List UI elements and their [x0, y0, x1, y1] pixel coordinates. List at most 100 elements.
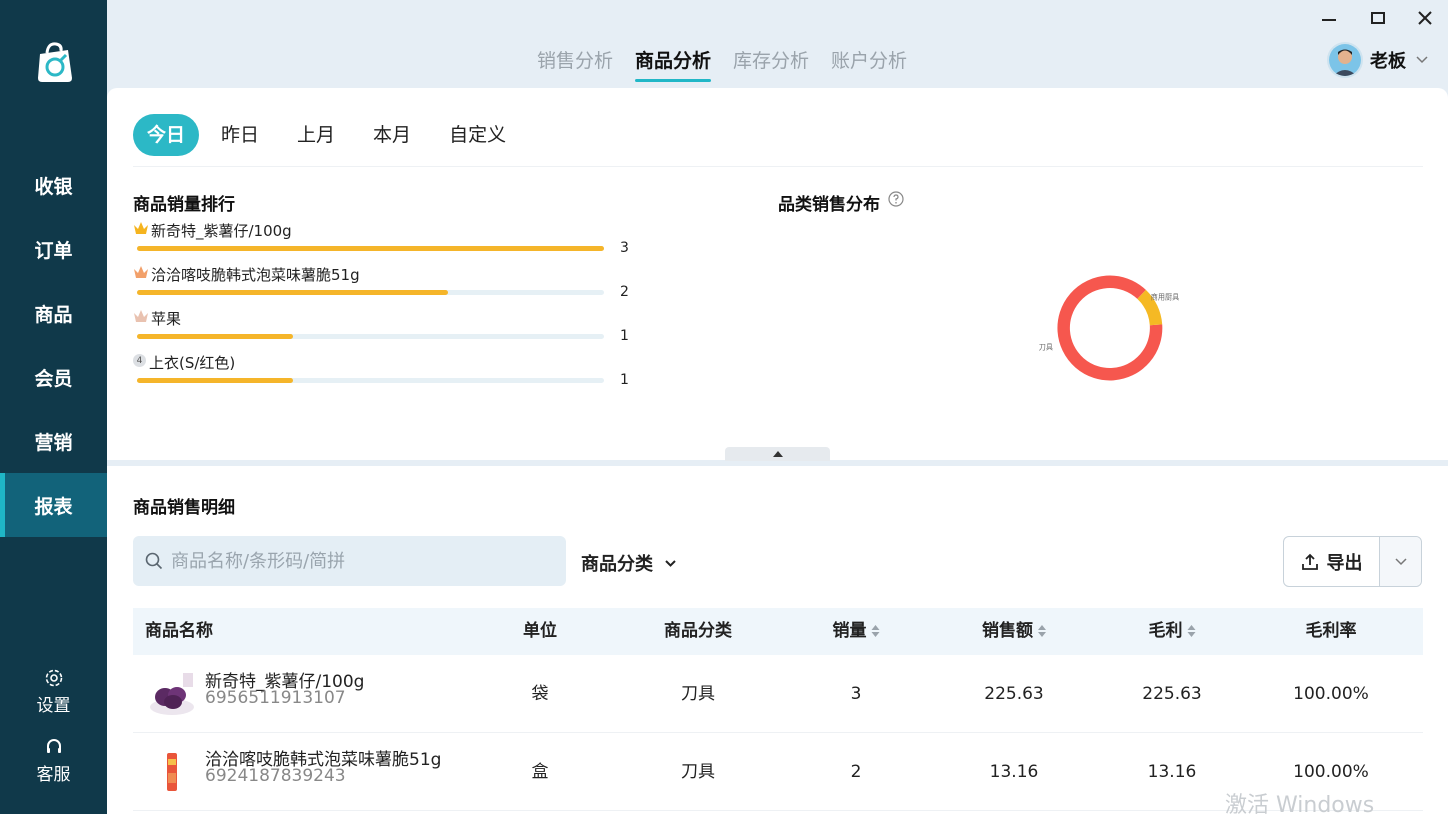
- ranking-bar-track: [137, 378, 604, 383]
- column-header-quantity[interactable]: 销量: [833, 608, 880, 655]
- minimize-button[interactable]: [1317, 6, 1341, 30]
- detail-title: 商品销售明细: [133, 498, 235, 518]
- table-row[interactable]: 新奇特_紫薯仔/100g 6956511913107 袋 刀具 3 225.63…: [133, 655, 1423, 733]
- ranking-item-name: 洽洽喀吱脆韩式泡菜味薯脆51g: [151, 266, 360, 284]
- column-header-category: 商品分类: [664, 621, 732, 641]
- cell-unit: 袋: [531, 684, 549, 704]
- ranking-item-value: 2: [620, 284, 629, 300]
- top-bar: 销售分析 商品分析 库存分析 账户分析 老板: [107, 0, 1448, 88]
- caret-up-icon: [772, 451, 783, 457]
- cell-category: 刀具: [681, 684, 715, 704]
- settings-button[interactable]: 设置: [0, 668, 107, 716]
- close-icon: [1418, 11, 1432, 25]
- close-button[interactable]: [1413, 6, 1437, 30]
- chevron-down-icon: [1416, 56, 1428, 64]
- detail-panel: 商品销售明细 商品分类 导出 商品名称 单位 商品分类 销量 销售额: [107, 466, 1448, 814]
- sidebar-item-orders[interactable]: 订单: [0, 217, 107, 281]
- sidebar-item-cashier[interactable]: 收银: [0, 153, 107, 217]
- sort-icon: [1187, 625, 1196, 637]
- sidebar-item-members[interactable]: 会员: [0, 345, 107, 409]
- category-filter-dropdown[interactable]: 商品分类: [581, 550, 676, 576]
- sidebar-item-label: 收银: [34, 175, 73, 198]
- cell-sales: 13.16: [989, 762, 1039, 782]
- cell-unit: 盒: [531, 762, 549, 782]
- sidebar-item-marketing[interactable]: 营销: [0, 409, 107, 473]
- minimize-icon: [1322, 19, 1336, 21]
- ranking-bar-fill: [137, 290, 449, 295]
- ranking-bar-track: [137, 334, 604, 339]
- chevron-down-icon: [1394, 557, 1407, 565]
- sidebar-item-label: 报表: [34, 495, 73, 518]
- ranking-item: 洽洽喀吱脆韩式泡菜味薯脆51g 2: [133, 264, 633, 304]
- ranking-item-name: 苹果: [151, 310, 182, 328]
- ranking-item: 苹果 1: [133, 308, 633, 348]
- date-filter-this-month[interactable]: 本月: [373, 114, 411, 156]
- sidebar-item-products[interactable]: 商品: [0, 281, 107, 345]
- ranking-item-value: 1: [620, 372, 629, 388]
- windows-activation-watermark: 激活 Windows: [1225, 793, 1375, 814]
- date-filter-last-month[interactable]: 上月: [297, 114, 335, 156]
- search-input[interactable]: [171, 550, 551, 572]
- column-label: 毛利: [1148, 621, 1183, 641]
- table-header: 商品名称 单位 商品分类 销量 销售额 毛利 毛利率: [133, 608, 1423, 655]
- user-name: 老板: [1370, 51, 1406, 72]
- sidebar-item-label: 商品: [34, 303, 73, 326]
- help-icon[interactable]: [888, 191, 904, 207]
- collapse-toggle[interactable]: [725, 447, 830, 461]
- settings-label: 设置: [36, 696, 71, 716]
- date-filter-today[interactable]: 今日: [133, 114, 200, 156]
- product-barcode: 6924187839243: [205, 766, 346, 786]
- ranking-item: 新奇特_紫薯仔/100g 3: [133, 220, 633, 260]
- cell-margin: 100.00%: [1293, 684, 1369, 704]
- date-filter-tabs: 今日 昨日 上月 本月 自定义: [133, 114, 544, 156]
- column-header-margin: 毛利率: [1305, 621, 1357, 641]
- tab-inventory-analysis[interactable]: 库存分析: [733, 46, 809, 73]
- ranking-item-name: 新奇特_紫薯仔/100g: [151, 222, 292, 240]
- gear-icon: [45, 669, 62, 687]
- export-button-group: 导出: [1283, 536, 1422, 587]
- sidebar-item-reports[interactable]: 报表: [0, 473, 107, 537]
- divider: [133, 166, 1423, 167]
- date-filter-custom[interactable]: 自定义: [449, 114, 506, 156]
- shopping-bag-icon[interactable]: [30, 38, 78, 86]
- bronze-crown-icon: [134, 310, 148, 322]
- gold-crown-icon: [134, 222, 148, 234]
- overview-panel: 今日 昨日 上月 本月 自定义 商品销量排行 新奇特_紫薯仔/100g 3 洽洽…: [107, 88, 1448, 461]
- cell-profit: 13.16: [1147, 762, 1197, 782]
- customer-service-button[interactable]: 客服: [0, 737, 107, 785]
- sidebar: 收银 订单 商品 会员 营销 报表 设置 客服: [0, 0, 107, 814]
- ranking-bar-track: [137, 246, 604, 251]
- sidebar-item-label: 会员: [34, 367, 73, 390]
- cell-quantity: 3: [850, 684, 862, 704]
- column-header-name: 商品名称: [145, 621, 213, 641]
- export-button[interactable]: 导出: [1284, 537, 1380, 586]
- column-header-profit[interactable]: 毛利: [1149, 608, 1196, 655]
- ranking-item-value: 1: [620, 328, 629, 344]
- export-label: 导出: [1326, 552, 1363, 574]
- tab-account-analysis[interactable]: 账户分析: [831, 46, 907, 73]
- sidebar-item-label: 营销: [34, 431, 73, 454]
- date-filter-yesterday[interactable]: 昨日: [221, 114, 259, 156]
- cell-sales: 225.63: [984, 684, 1044, 704]
- search-box: [133, 536, 566, 586]
- tab-sales-analysis[interactable]: 销售分析: [537, 46, 613, 73]
- category-chart-title: 品类销售分布: [778, 195, 880, 215]
- maximize-button[interactable]: [1366, 6, 1390, 30]
- ranking-bar-fill: [137, 378, 293, 383]
- sidebar-item-label: 订单: [34, 239, 73, 262]
- column-header-unit: 单位: [523, 621, 557, 641]
- headset-icon: [46, 739, 61, 753]
- search-icon: [145, 552, 163, 570]
- silver-crown-icon: [134, 266, 148, 278]
- export-options-dropdown[interactable]: [1380, 537, 1421, 586]
- ranking-title: 商品销量排行: [133, 195, 235, 215]
- user-menu[interactable]: 老板: [1327, 42, 1428, 78]
- product-thumbnail: [150, 673, 194, 715]
- rank-number-badge: 4: [133, 354, 146, 367]
- product-barcode: 6956511913107: [205, 688, 346, 708]
- column-header-sales[interactable]: 销售额: [982, 608, 1046, 655]
- sort-icon: [871, 625, 880, 637]
- avatar: [1327, 42, 1363, 78]
- cell-quantity: 2: [850, 762, 862, 782]
- tab-product-analysis[interactable]: 商品分析: [635, 46, 712, 82]
